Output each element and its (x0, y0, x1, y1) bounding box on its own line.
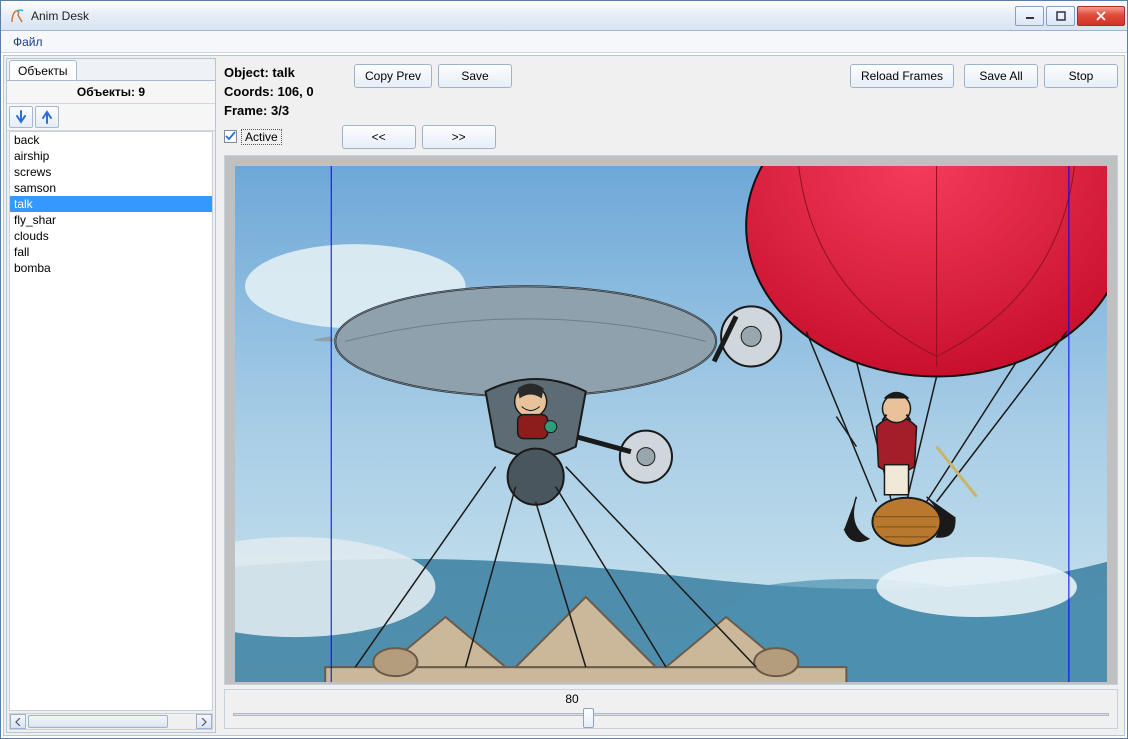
coords-info: Coords: 106, 0 (224, 83, 354, 102)
minimize-button[interactable] (1015, 6, 1044, 26)
slider-track[interactable] (233, 706, 1109, 724)
reload-frames-button[interactable]: Reload Frames (850, 64, 954, 88)
object-listbox[interactable]: backairshipscrewssamsontalkfly_sharcloud… (9, 131, 213, 711)
maximize-button[interactable] (1046, 6, 1075, 26)
active-checkbox[interactable] (224, 130, 237, 143)
top-controls: Object: talk Coords: 106, 0 Frame: 3/3 C… (220, 58, 1122, 123)
list-item[interactable]: screws (10, 164, 212, 180)
app-window: Anim Desk Файл Объекты Объекты: 9 (0, 0, 1128, 739)
list-item[interactable]: fly_shar (10, 212, 212, 228)
global-button-group: Reload Frames Save All Stop (850, 64, 1118, 121)
stop-button[interactable]: Stop (1044, 64, 1118, 88)
copy-prev-button[interactable]: Copy Prev (354, 64, 432, 88)
horizontal-scrollbar[interactable] (9, 713, 213, 730)
reorder-buttons (7, 104, 215, 131)
titlebar: Anim Desk (1, 1, 1127, 31)
objects-header: Объекты: 9 (7, 81, 215, 104)
list-item[interactable]: fall (10, 244, 212, 260)
slider-groove (233, 713, 1109, 716)
client-area: Объекты Объекты: 9 backairshipscrewssams… (3, 55, 1125, 736)
tab-strip: Объекты (7, 59, 215, 81)
scrollbar-thumb[interactable] (28, 715, 168, 728)
object-info: Object: talk (224, 64, 354, 83)
canvas-area[interactable] (224, 155, 1118, 685)
frame-info: Frame: 3/3 (224, 102, 354, 121)
right-panel: Object: talk Coords: 106, 0 Frame: 3/3 C… (220, 58, 1122, 733)
list-item[interactable]: clouds (10, 228, 212, 244)
window-title: Anim Desk (31, 9, 1015, 23)
menu-file[interactable]: Файл (7, 33, 49, 51)
save-button[interactable]: Save (438, 64, 512, 88)
move-up-button[interactable] (35, 106, 59, 128)
list-item[interactable]: airship (10, 148, 212, 164)
menubar: Файл (1, 31, 1127, 53)
active-label: Active (241, 129, 282, 145)
next-frame-button[interactable]: >> (422, 125, 496, 149)
save-all-button[interactable]: Save All (964, 64, 1038, 88)
slider-thumb[interactable] (583, 708, 594, 728)
check-icon (225, 131, 236, 142)
nav-button-row: << >> (342, 125, 496, 149)
move-down-button[interactable] (9, 106, 33, 128)
arrow-down-icon (15, 110, 27, 124)
arrow-up-icon (41, 110, 53, 124)
timeline-slider: 80 (224, 689, 1118, 729)
window-controls (1015, 6, 1125, 26)
info-column: Object: talk Coords: 106, 0 Frame: 3/3 (224, 64, 354, 121)
animation-canvas[interactable] (235, 166, 1107, 682)
list-item[interactable]: talk (10, 196, 212, 212)
list-item[interactable]: samson (10, 180, 212, 196)
list-item[interactable]: bomba (10, 260, 212, 276)
list-item[interactable]: back (10, 132, 212, 148)
app-icon (9, 8, 25, 24)
slider-value: 80 (557, 692, 587, 706)
close-button[interactable] (1077, 6, 1125, 26)
prev-frame-button[interactable]: << (342, 125, 416, 149)
scroll-right-button[interactable] (196, 714, 212, 729)
frame-button-group: Copy Prev Save (354, 64, 512, 121)
left-panel: Объекты Объекты: 9 backairshipscrewssams… (6, 58, 216, 733)
active-row: Active << >> (220, 123, 1122, 155)
scroll-left-button[interactable] (10, 714, 26, 729)
tab-objects[interactable]: Объекты (9, 60, 77, 80)
